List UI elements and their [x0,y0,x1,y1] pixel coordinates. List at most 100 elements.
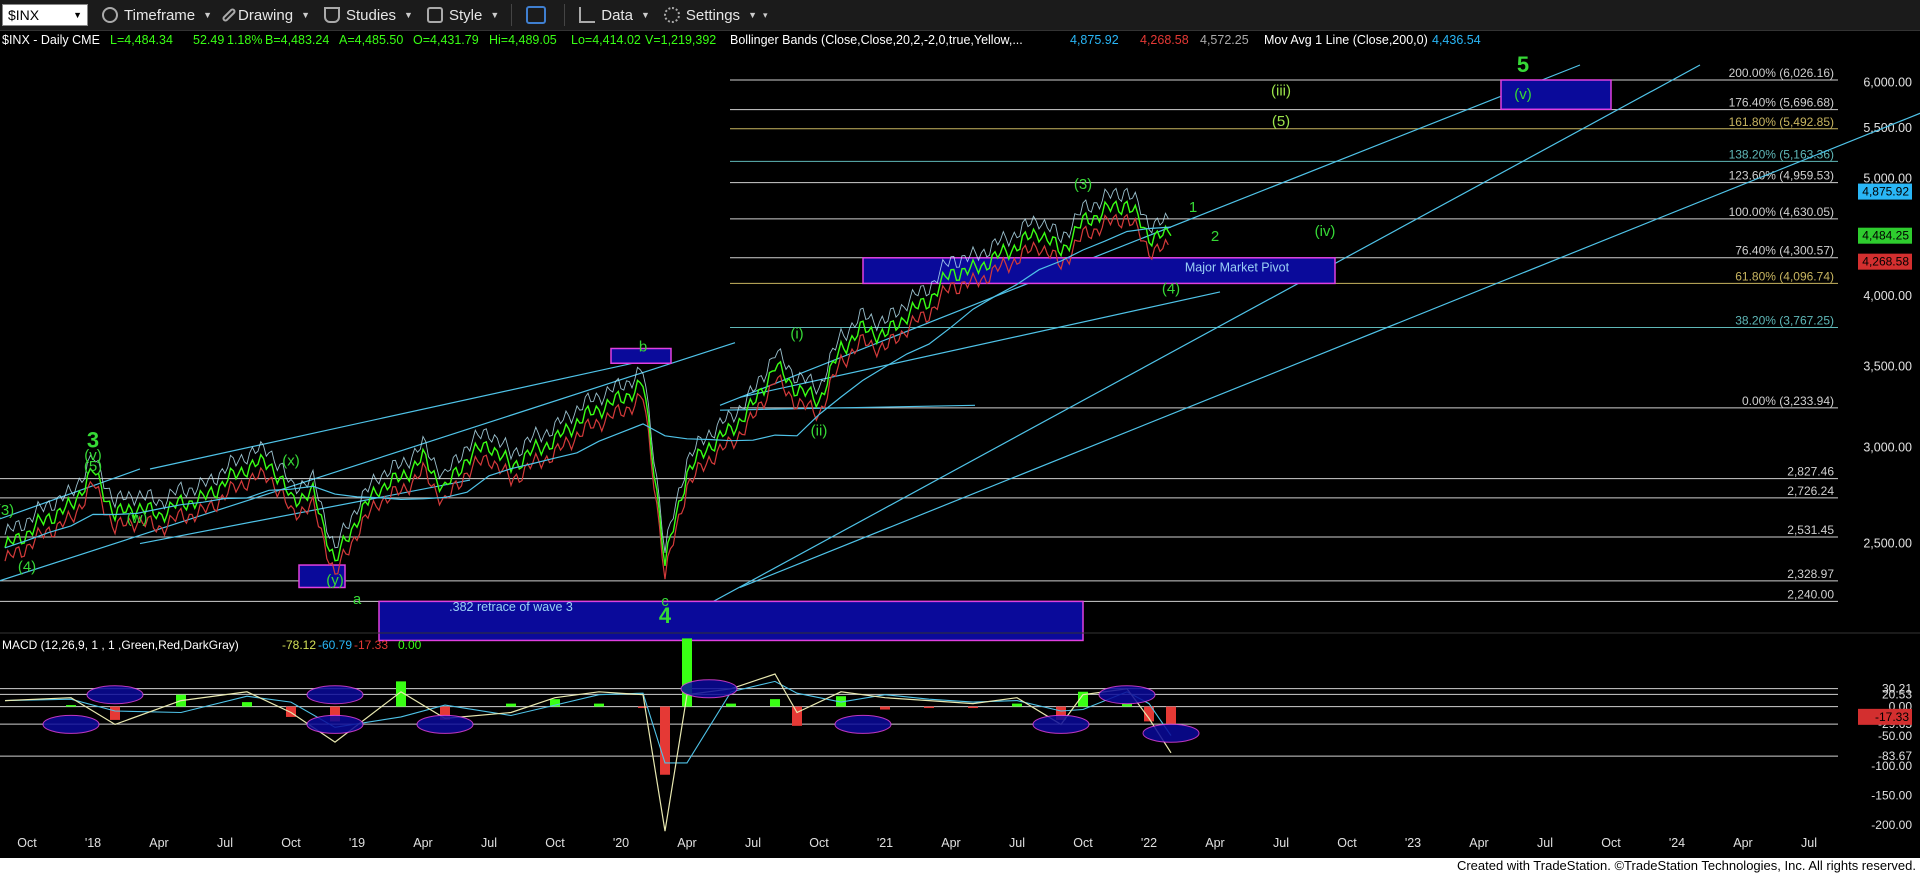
layout-button[interactable] [526,6,552,24]
divergence-ellipse[interactable] [306,714,364,734]
time-tick-label: '19 [349,836,365,850]
data-menu[interactable]: Data ▼ [579,7,650,24]
wave-label: (iii) [1271,83,1291,100]
wave-label: (5) [1272,113,1290,130]
chart-area[interactable]: $INX - Daily CME L=4,484.34 52.49 1.18% … [0,31,1920,858]
macd-tick-label: -50.00 [1878,729,1912,743]
price-tick-label: 4,000.00 [1863,289,1912,303]
level-label: 38.20% (3,767.25) [1735,313,1834,327]
divergence-ellipse[interactable] [416,714,474,734]
macd-histogram-bar [506,703,516,707]
macd-histogram: -17.33 [354,638,388,652]
timeframe-menu[interactable]: Timeframe ▼ [102,7,212,24]
macd-histogram-bar [968,706,978,709]
level-label: 2,726.24 [1787,484,1834,498]
time-tick-label: Jul [481,836,497,850]
wave-label: (3) [0,502,14,519]
wave-label: (4) [1162,280,1180,297]
level-label: 161.80% (5,492.85) [1729,115,1834,129]
divergence-ellipse[interactable] [834,714,892,734]
divergence-ellipse[interactable] [1098,685,1156,705]
macd-histogram-bar [770,699,780,707]
gear-icon [663,7,680,23]
wave-label: (v) [1514,86,1532,103]
macd-histogram-bar [638,706,648,709]
legend-bid: B=4,483.24 [265,33,329,47]
clock-icon [102,7,118,23]
level-label: 200.00% (6,026.16) [1729,66,1834,80]
macd-signal: -60.79 [318,638,352,652]
time-tick-label: Oct [1073,836,1093,850]
chart-background [0,31,1920,858]
bar-chart-icon [579,7,596,23]
divergence-ellipse[interactable] [42,714,100,734]
wave-label: (5) [84,458,102,475]
time-tick-label: Jul [1009,836,1025,850]
toolbar: $INX ▼ Timeframe ▼ Drawing ▼ Studies ▼ S… [0,0,1920,31]
macd-label: MACD (12,26,9, 1 , 1 ,Green,Red,DarkGray… [2,638,239,652]
flask-icon [324,7,340,23]
symbol-text: $INX [8,7,40,23]
wave-label: (4) [18,559,36,576]
chevron-down-icon: ▼ [490,10,500,20]
level-label: 123.60% (4,959.53) [1729,169,1834,183]
divergence-ellipse[interactable] [1032,714,1090,734]
level-label: 61.80% (4,096.74) [1735,269,1834,283]
layout-icon [526,6,547,24]
divergence-ellipse[interactable] [306,685,364,705]
wave-label: (x) [282,452,300,469]
price-tick-label: 6,000.00 [1863,75,1912,89]
macd-histogram-bar [660,706,670,775]
macd-histogram-bar [110,706,120,720]
symbol-input[interactable]: $INX ▼ [2,4,88,26]
timeframe-label: Timeframe [124,6,196,24]
time-tick-label: Oct [281,836,301,850]
time-tick-label: Apr [677,836,696,850]
wave-label: (ii) [811,422,828,439]
wave-label: (y) [326,572,344,589]
macd-tick-label: -200.00 [1871,818,1912,832]
style-icon [426,7,443,23]
divergence-ellipse[interactable] [1142,723,1200,743]
time-tick-label: Jul [745,836,761,850]
macd-value: -78.12 [282,638,316,652]
macd-histogram-bar [1166,706,1176,724]
wave-label: (3) [1074,176,1092,193]
time-tick-label: Apr [1469,836,1488,850]
time-tick-label: Apr [149,836,168,850]
divergence-ellipse[interactable] [86,685,144,705]
macd-histogram-bar [924,706,934,709]
style-menu[interactable]: Style ▼ [426,7,500,24]
drawing-menu[interactable]: Drawing ▼ [221,7,310,24]
time-tick-label: Apr [1205,836,1224,850]
macd-histogram-bar [726,703,736,707]
footer: Created with TradeStation. ©TradeStation… [0,858,1920,876]
wave-label: (iv) [1315,223,1336,240]
settings-menu[interactable]: Settings ▼ ▾ [663,6,768,24]
studies-menu[interactable]: Studies ▼ [324,7,413,24]
chevron-down-icon: ▼ [404,10,413,20]
price-tick-label: 2,500.00 [1863,537,1912,551]
footer-credit: Created with TradeStation. ©TradeStation… [1456,858,1916,873]
level-label: 2,328.97 [1787,567,1834,581]
legend-change: 52.49 [193,33,224,47]
time-tick-label: '24 [1669,836,1685,850]
chevron-down-icon: ▼ [301,10,310,20]
level-label: 2,240.00 [1787,587,1834,601]
macd-histogram-bar [66,705,76,707]
time-tick-label: Apr [941,836,960,850]
wave-label: 2 [1211,228,1219,245]
wave-label: b [639,338,647,355]
chevron-down-icon: ▼ [203,10,213,20]
wave-label: Major Market Pivot [1185,260,1290,274]
divergence-ellipse[interactable] [680,679,738,699]
settings-label: Settings [685,6,741,24]
level-label: 76.40% (4,300.57) [1735,244,1834,258]
macd-tick-label: -150.00 [1871,789,1912,803]
macd-flag-label: -17.33 [1875,710,1909,724]
level-label: 176.40% (5,696.68) [1729,96,1834,110]
price-tick-label: 5,000.00 [1863,171,1912,185]
bollinger-label: Bollinger Bands (Close,Close,20,2,-2,0,t… [730,33,1023,47]
wave-label: .382 retrace of wave 3 [449,600,573,614]
level-label: 2,531.45 [1787,523,1834,537]
